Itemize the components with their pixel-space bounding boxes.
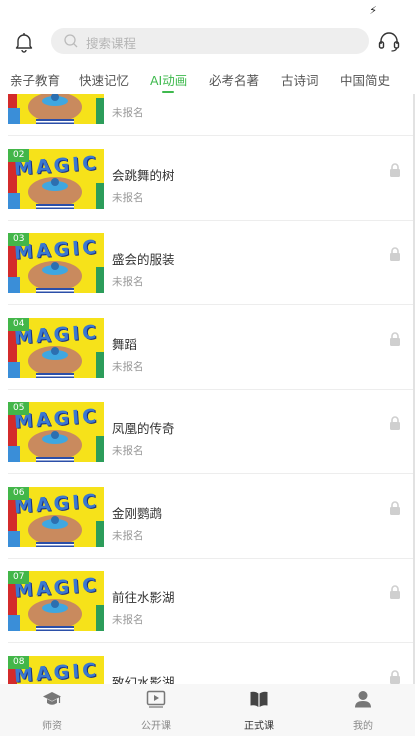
magic-cartoon-image bbox=[8, 94, 104, 124]
course-thumbnail: MAGIC 06 bbox=[8, 486, 104, 547]
nav-public-class[interactable]: 公开课 bbox=[104, 684, 208, 736]
lock-icon bbox=[390, 669, 400, 684]
episode-number-badge: 06 bbox=[8, 486, 30, 500]
course-thumbnail: MAGIC 07 bbox=[8, 571, 104, 631]
tab-ai-animation[interactable]: AI动画 bbox=[150, 70, 187, 89]
search-icon bbox=[64, 34, 78, 48]
enrollment-status: 未报名 bbox=[112, 529, 144, 542]
active-tab-indicator bbox=[162, 91, 174, 93]
header-bar: 搜索课程 bbox=[0, 24, 415, 60]
nav-mine[interactable]: 我的 bbox=[311, 684, 415, 736]
open-book-icon bbox=[250, 691, 268, 707]
lock-icon bbox=[390, 585, 400, 599]
course-thumbnail: MAGIC 08 bbox=[8, 655, 104, 684]
course-thumbnail: MAGIC 02 bbox=[8, 148, 104, 209]
tab-chinese-history[interactable]: 中国简史 bbox=[340, 70, 390, 89]
course-list[interactable]: MAGIC未报名MAGIC02会跳舞的树未报名MAGIC03盛会的服装未报名MA… bbox=[0, 94, 415, 684]
tab-ancient-poetry[interactable]: 古诗词 bbox=[281, 70, 319, 89]
status-bar: ⚡ bbox=[0, 0, 415, 24]
tab-parenting[interactable]: 亲子教育 bbox=[10, 70, 60, 89]
search-placeholder: 搜索课程 bbox=[86, 36, 137, 51]
lock-icon bbox=[390, 416, 400, 430]
tab-fast-memory[interactable]: 快速记忆 bbox=[79, 70, 129, 89]
episode-number-badge: 07 bbox=[8, 571, 30, 584]
course-row[interactable]: MAGIC 05 凤凰的传奇未报名 bbox=[8, 390, 413, 474]
course-thumbnail: MAGIC 03 bbox=[8, 233, 104, 293]
nav-label: 我的 bbox=[353, 721, 373, 732]
headset-icon[interactable] bbox=[377, 30, 401, 54]
course-row[interactable]: MAGIC 06 金刚鹦鹉未报名 bbox=[8, 475, 413, 559]
course-thumbnail: MAGIC 05 bbox=[8, 402, 104, 462]
course-title: 会跳舞的树 bbox=[112, 167, 175, 183]
episode-number-badge: 05 bbox=[8, 402, 30, 415]
lock-icon bbox=[390, 331, 400, 346]
enrollment-status: 未报名 bbox=[112, 191, 144, 204]
lock-icon bbox=[390, 500, 400, 515]
course-title: 舞蹈 bbox=[112, 336, 138, 352]
bell-icon[interactable] bbox=[12, 30, 36, 54]
course-row[interactable]: MAGIC 未报名 bbox=[8, 94, 413, 136]
category-tabs: 亲子教育 快速记忆 AI动画 必考名著 古诗词 中国简史 bbox=[0, 66, 415, 94]
course-row[interactable]: MAGIC 04 舞蹈未报名 bbox=[8, 306, 413, 390]
bottom-navigation: 师资 公开课 正式课 我的 bbox=[0, 684, 415, 736]
user-icon bbox=[355, 691, 371, 708]
enrollment-status: 未报名 bbox=[112, 614, 144, 626]
app-screen: ⚡ 搜索课程 亲子教育 快速记忆 AI动画 必考名著 古诗词 中国简史 未报名 … bbox=[0, 0, 415, 736]
course-thumbnail: MAGIC bbox=[8, 94, 104, 124]
episode-number-badge: 08 bbox=[8, 655, 30, 669]
enrollment-status: 未报名 bbox=[112, 107, 144, 119]
episode-number-badge: 03 bbox=[8, 233, 30, 246]
enrollment-status: 未报名 bbox=[112, 276, 144, 288]
course-thumbnail: MAGIC 04 bbox=[8, 317, 104, 378]
nav-label: 师资 bbox=[42, 721, 62, 732]
enrollment-status: 未报名 bbox=[112, 445, 144, 457]
course-title: 致幻水影湖 bbox=[112, 674, 175, 685]
course-title: 金刚鹦鹉 bbox=[112, 505, 163, 521]
course-row[interactable]: MAGIC 03 盛会的服装未报名 bbox=[8, 221, 413, 305]
graduation-cap-icon bbox=[43, 692, 61, 705]
video-play-icon bbox=[146, 690, 166, 708]
nav-label: 公开课 bbox=[141, 721, 171, 732]
lock-icon bbox=[390, 247, 400, 261]
nav-formal-class[interactable]: 正式课 bbox=[207, 684, 311, 736]
episode-number-badge: 04 bbox=[8, 317, 30, 331]
lock-icon bbox=[390, 162, 400, 177]
course-row[interactable]: MAGIC08致幻水影湖未报名 bbox=[8, 644, 413, 685]
tab-classics[interactable]: 必考名著 bbox=[209, 70, 259, 89]
course-title: 盛会的服装 bbox=[112, 252, 175, 267]
course-row[interactable]: MAGIC 02 会跳舞的树未报名 bbox=[8, 137, 413, 221]
episode-number-badge: 02 bbox=[8, 148, 30, 162]
nav-teachers[interactable]: 师资 bbox=[0, 684, 104, 736]
course-title: 凤凰的传奇 bbox=[112, 421, 175, 436]
search-input[interactable]: 搜索课程 bbox=[51, 28, 369, 54]
course-row[interactable]: MAGIC 07 前往水影湖未报名 bbox=[8, 559, 413, 643]
charging-bolt-icon: ⚡ bbox=[369, 4, 377, 17]
nav-label: 正式课 bbox=[244, 721, 274, 732]
enrollment-status: 未报名 bbox=[112, 360, 144, 373]
course-title: 前往水影湖 bbox=[112, 590, 175, 605]
